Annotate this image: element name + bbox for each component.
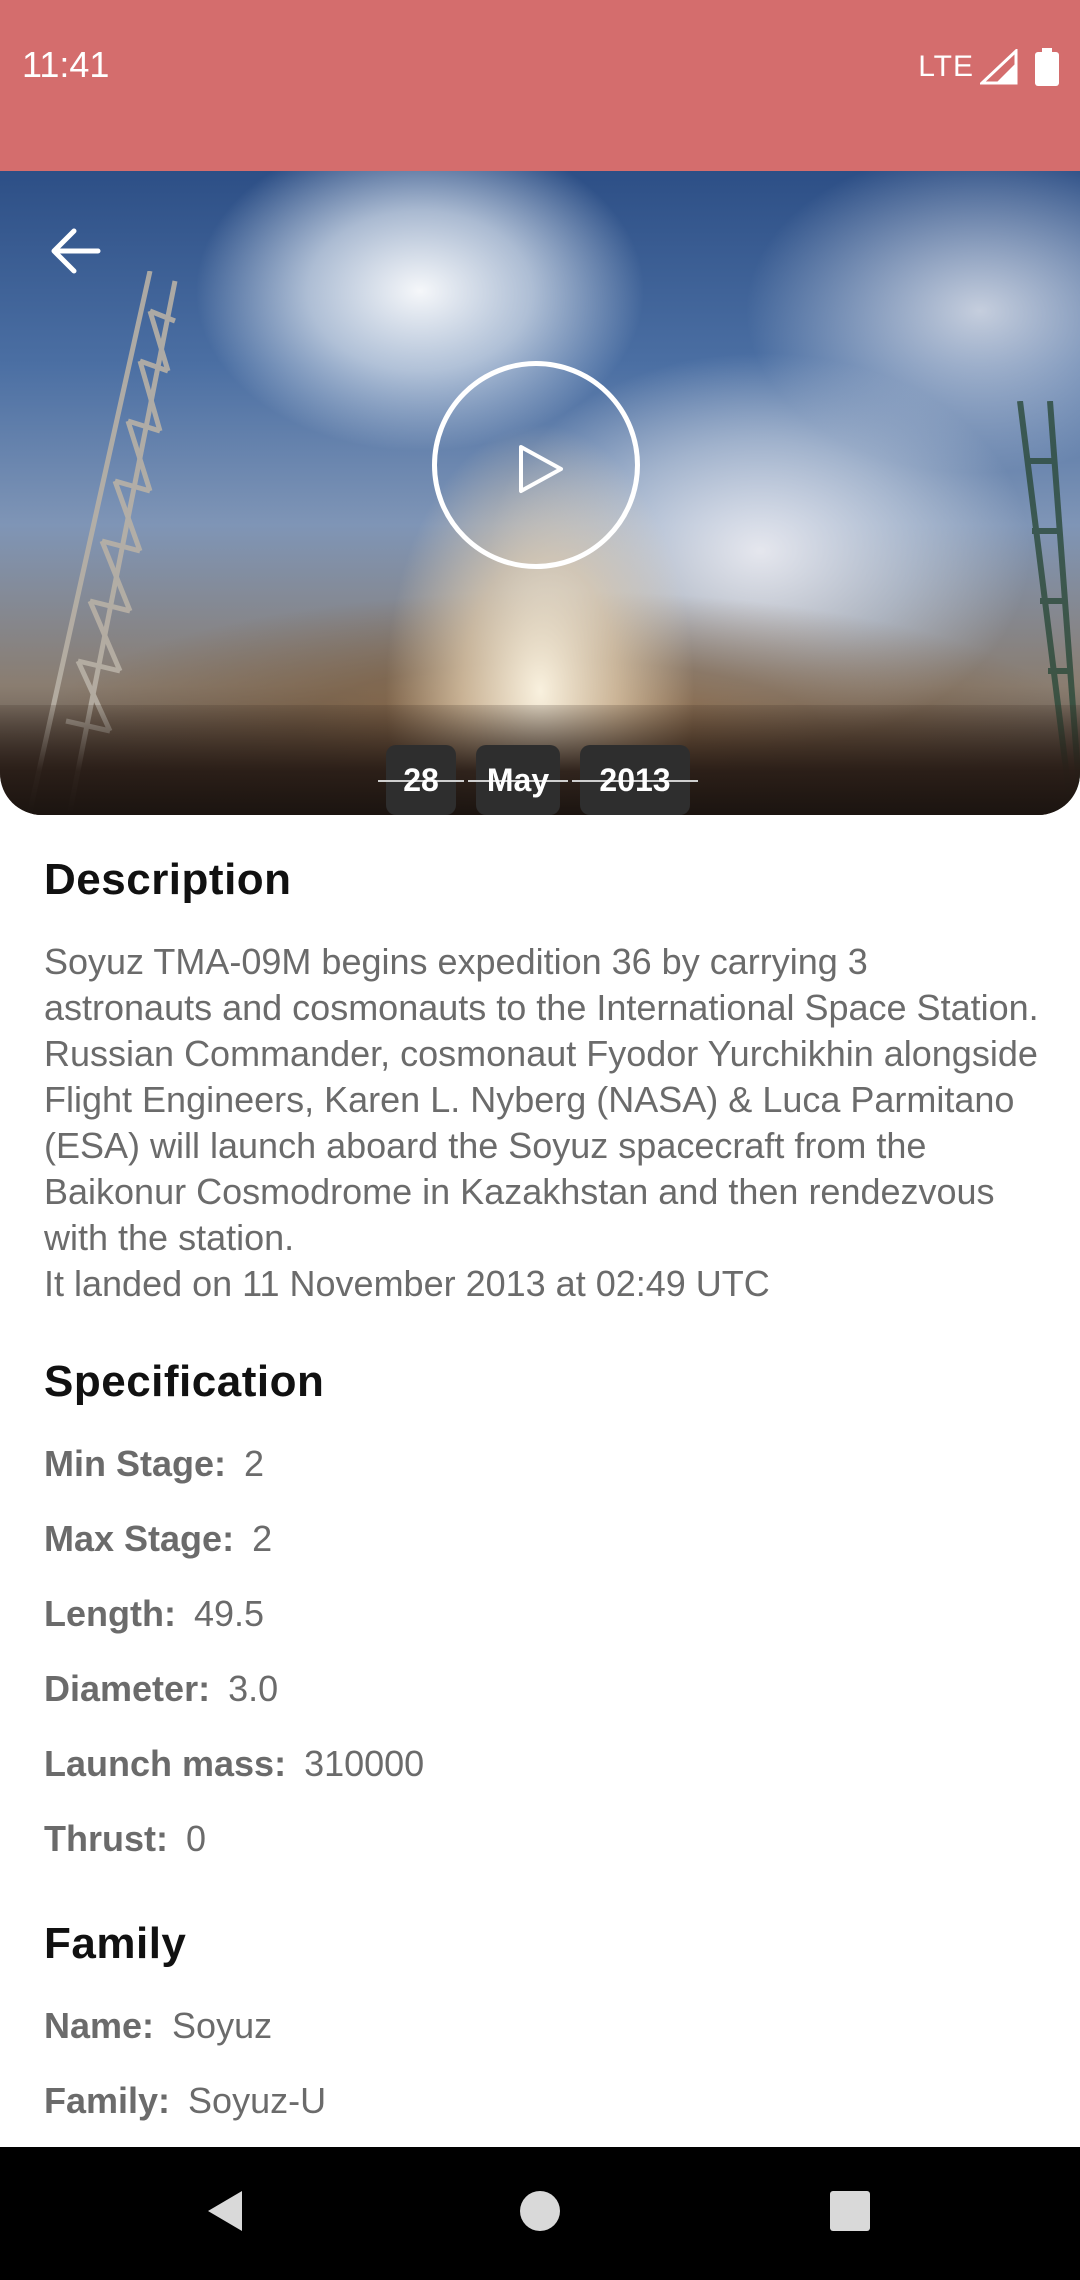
spec-row-launch-mass: Launch mass: 310000	[44, 1743, 425, 1784]
battery-icon	[1035, 48, 1059, 86]
family-row-family: Family: Soyuz-U	[44, 2080, 327, 2121]
family-list: Name: Soyuz Family: Soyuz-U	[44, 2005, 1044, 2155]
signal-icon	[980, 49, 1018, 85]
description-text: Soyuz TMA-09M begins expedition 36 by ca…	[44, 941, 1039, 1304]
system-navigation-bar	[0, 2147, 1080, 2280]
arrow-left-icon[interactable]	[48, 223, 104, 279]
family-row-name: Name: Soyuz	[44, 2005, 273, 2046]
family-title: Family	[44, 1919, 187, 1968]
play-icon	[519, 445, 563, 493]
nav-back-icon[interactable]	[204, 2187, 246, 2235]
play-video-button[interactable]	[432, 361, 640, 569]
spec-row-thrust: Thrust: 0	[44, 1818, 207, 1859]
date-day: 28	[378, 745, 464, 815]
spec-row-max-stage: Max Stage: 2	[44, 1518, 273, 1559]
status-icons: LTE	[918, 48, 1060, 86]
description-title: Description	[44, 855, 292, 904]
network-type: LTE	[918, 50, 974, 83]
specification-list: Min Stage: 2 Max Stage: 2 Length: 49.5 Diam…	[44, 1443, 1044, 1893]
specification-title: Specification	[44, 1357, 325, 1406]
status-bar: 11:41 LTE	[0, 0, 1080, 171]
spec-row-diameter: Diameter: 3.0	[44, 1668, 279, 1709]
date-month: May	[468, 745, 568, 815]
nav-recents-icon[interactable]	[829, 2187, 871, 2235]
nav-home-icon[interactable]	[519, 2187, 561, 2235]
spec-row-min-stage: Min Stage: 2	[44, 1443, 265, 1484]
spec-row-length: Length: 49.5	[44, 1593, 265, 1634]
detail-content: Description Soyuz TMA-09M begins expedit…	[44, 855, 1044, 2155]
launch-date: 28 May 2013	[378, 745, 698, 815]
date-year: 2013	[572, 745, 698, 815]
screen: 11:41 LTE 28 May 2013 Description Soyuz …	[0, 0, 1080, 2280]
launch-hero-image: 28 May 2013	[0, 171, 1080, 815]
status-time: 11:41	[22, 44, 110, 85]
